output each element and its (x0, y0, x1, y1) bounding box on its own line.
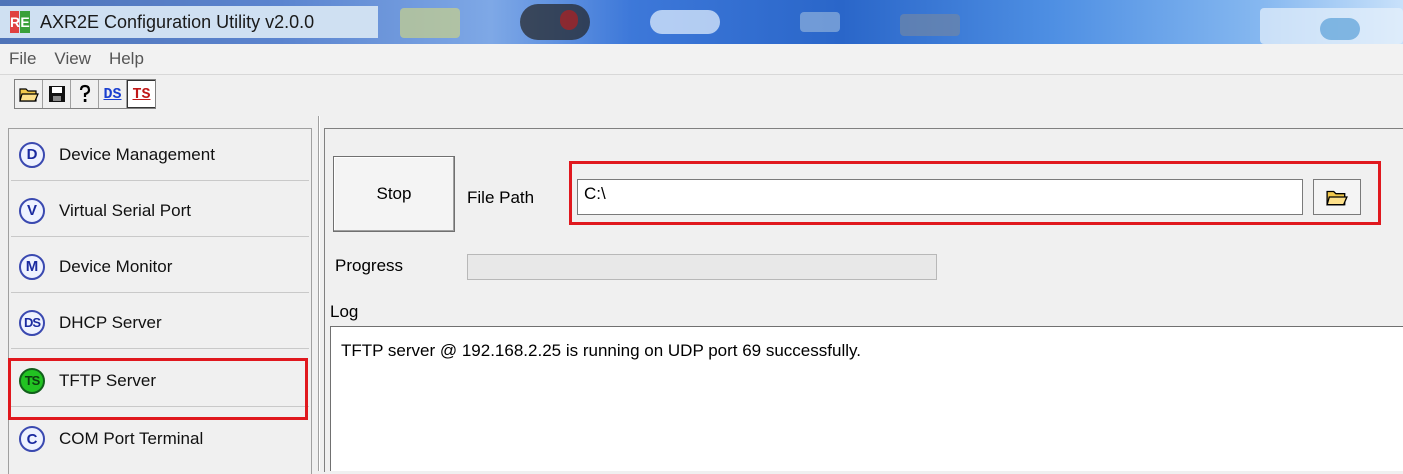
ts-button[interactable]: TS (127, 80, 155, 108)
device-monitor-icon: M (19, 253, 45, 280)
sidebar-item-label: COM Port Terminal (59, 429, 204, 448)
ds-button[interactable]: DS (99, 80, 127, 108)
open-folder-icon (18, 88, 39, 102)
virtual-serial-port-icon: V (19, 197, 45, 224)
help-icon (79, 84, 90, 102)
sidebar-item-device-management[interactable]: D Device Management (11, 129, 309, 181)
sidebar-frame: D Device Management V Virtual Serial Por… (8, 128, 312, 474)
log-label: Log (330, 302, 359, 321)
menu-bar: File View Help (0, 44, 1403, 75)
progress-label: Progress (335, 256, 404, 275)
sidebar-item-virtual-serial-port[interactable]: V Virtual Serial Port (11, 185, 309, 237)
menu-view[interactable]: View (45, 49, 100, 69)
file-path-input[interactable]: C:\ (577, 179, 1303, 215)
sidebar-item-label: Device Management (59, 144, 215, 164)
toolbar: DS TS (0, 75, 1403, 113)
window-title: AXR2E Configuration Utility v2.0.0 (40, 11, 315, 32)
save-button[interactable] (43, 80, 71, 108)
log-area[interactable]: TFTP server @ 192.168.2.25 is running on… (330, 326, 1403, 471)
browse-button[interactable] (1313, 179, 1361, 215)
app-icon: R E (10, 11, 30, 33)
sidebar-item-dhcp-server[interactable]: DS DHCP Server (11, 297, 309, 349)
com-port-terminal-icon: C (19, 426, 45, 452)
sidebar-item-device-monitor[interactable]: M Device Monitor (11, 241, 309, 293)
help-button[interactable] (71, 80, 99, 108)
progress-bar (467, 254, 937, 280)
toolbar-group: DS TS (14, 79, 156, 109)
sidebar-item-label: Device Monitor (59, 256, 173, 276)
menu-file[interactable]: File (0, 49, 45, 69)
dhcp-server-icon: DS (19, 309, 45, 336)
save-icon (48, 86, 65, 102)
open-folder-icon (1326, 190, 1348, 206)
sidebar-item-com-port-terminal[interactable]: C COM Port Terminal (11, 413, 309, 465)
sidebar-item-label: DHCP Server (59, 312, 162, 332)
open-button[interactable] (15, 80, 43, 108)
menu-help[interactable]: Help (100, 49, 153, 69)
log-line: TFTP server @ 192.168.2.25 is running on… (341, 341, 861, 360)
device-management-icon: D (19, 141, 45, 168)
title-bar: R E AXR2E Configuration Utility v2.0.0 (0, 0, 1403, 44)
stop-button[interactable]: Stop (333, 156, 455, 232)
file-path-label: File Path (467, 188, 535, 207)
tftp-server-highlight (8, 358, 308, 420)
title-area: R E AXR2E Configuration Utility v2.0.0 (0, 6, 378, 38)
sidebar-item-label: Virtual Serial Port (59, 200, 191, 220)
